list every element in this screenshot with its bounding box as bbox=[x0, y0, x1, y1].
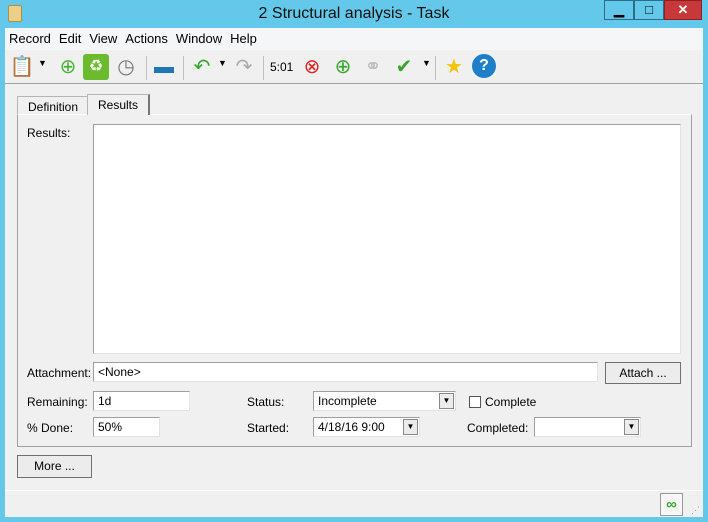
results-panel: Results: Attachment: <None> Attach ... R… bbox=[17, 114, 692, 447]
tab-results[interactable]: Results bbox=[87, 94, 151, 115]
remaining-label: Remaining: bbox=[27, 395, 88, 409]
menu-view[interactable]: View bbox=[85, 28, 121, 50]
timer-add-icon[interactable]: ◷ bbox=[113, 54, 139, 80]
minimize-button[interactable]: ▁ bbox=[604, 0, 634, 20]
menu-record[interactable]: Record bbox=[5, 28, 55, 50]
close-button[interactable]: ✕ bbox=[664, 0, 702, 20]
stop-timer-icon[interactable]: ⊗ bbox=[299, 54, 325, 80]
undo-dropdown-icon[interactable]: ▼ bbox=[218, 58, 227, 68]
check-dropdown-icon[interactable]: ▼ bbox=[422, 58, 431, 68]
results-label: Results: bbox=[27, 126, 71, 140]
started-value: 4/18/16 9:00 bbox=[318, 420, 385, 434]
status-label: Status: bbox=[247, 395, 285, 409]
separator bbox=[183, 56, 184, 80]
new-task-dropdown-icon[interactable]: ▼ bbox=[38, 58, 47, 68]
separator bbox=[146, 56, 147, 80]
complete-label: Complete bbox=[485, 395, 537, 409]
redo-icon[interactable]: ↷ bbox=[231, 54, 257, 80]
remaining-input[interactable]: 1d bbox=[93, 391, 190, 411]
recycle-bin-icon[interactable]: ♻ bbox=[83, 54, 109, 80]
link-status-icon[interactable]: ∞ bbox=[660, 493, 683, 516]
link-icon[interactable]: ⚭ bbox=[360, 54, 386, 80]
separator bbox=[435, 56, 436, 80]
undo-icon[interactable]: ↶ bbox=[189, 54, 215, 80]
started-label: Started: bbox=[247, 421, 290, 435]
tab-definition[interactable]: Definition bbox=[17, 96, 90, 115]
resize-grip-icon[interactable]: ⋰ bbox=[691, 505, 700, 516]
star-icon[interactable]: ★ bbox=[441, 54, 467, 80]
percent-done-label: % Done: bbox=[27, 421, 74, 435]
attach-button[interactable]: Attach ... bbox=[605, 362, 681, 384]
new-task-icon[interactable]: 📋 bbox=[9, 54, 35, 80]
print-icon[interactable]: ▬ bbox=[151, 54, 177, 80]
start-timer-icon[interactable]: ⊕ bbox=[330, 54, 356, 80]
separator bbox=[263, 56, 264, 80]
more-button[interactable]: More ... bbox=[17, 455, 92, 478]
client-area: Record Edit View Actions Window Help 📋 ▼ ⊕ ♻ … bbox=[5, 28, 703, 517]
add-document-icon[interactable]: ⊕ bbox=[55, 54, 81, 80]
started-select[interactable]: 4/18/16 9:00 ▼ bbox=[313, 417, 420, 437]
status-value: Incomplete bbox=[318, 394, 377, 408]
status-bar: ∞ ⋰ bbox=[5, 490, 703, 517]
completed-label: Completed: bbox=[467, 421, 529, 435]
menu-actions[interactable]: Actions bbox=[121, 28, 172, 50]
check-icon[interactable]: ✔ bbox=[391, 54, 417, 80]
attachment-field[interactable]: <None> bbox=[93, 362, 598, 382]
complete-checkbox[interactable] bbox=[469, 396, 481, 408]
chevron-down-icon[interactable]: ▼ bbox=[624, 419, 639, 435]
menu-edit[interactable]: Edit bbox=[55, 28, 85, 50]
results-textarea[interactable] bbox=[93, 124, 681, 354]
completed-select[interactable]: ▼ bbox=[534, 417, 641, 437]
maximize-button[interactable]: □ bbox=[634, 0, 664, 20]
help-icon[interactable]: ? bbox=[472, 54, 496, 78]
attachment-label: Attachment: bbox=[27, 366, 92, 380]
timer-label: 5:01 bbox=[270, 60, 294, 74]
chevron-down-icon[interactable]: ▼ bbox=[439, 393, 454, 409]
menu-help[interactable]: Help bbox=[226, 28, 261, 50]
toolbar: 📋 ▼ ⊕ ♻ ◷ ▬ ↶ ▼ ↷ 5:01 ⊗ ⊕ ⚭ ✔ ▼ ★ ? bbox=[5, 50, 703, 84]
window-title: 2 Structural analysis - Task bbox=[258, 5, 450, 22]
menu-bar: Record Edit View Actions Window Help bbox=[5, 28, 703, 50]
chevron-down-icon[interactable]: ▼ bbox=[403, 419, 418, 435]
status-select[interactable]: Incomplete ▼ bbox=[313, 391, 456, 411]
menu-window[interactable]: Window bbox=[172, 28, 226, 50]
percent-done-input[interactable]: 50% bbox=[93, 417, 160, 437]
clipboard-icon bbox=[8, 5, 22, 22]
